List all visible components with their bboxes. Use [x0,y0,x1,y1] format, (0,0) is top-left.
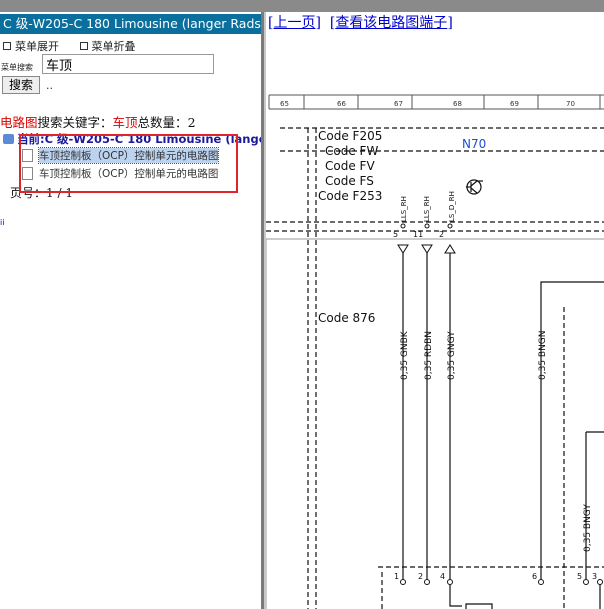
search-button[interactable]: 搜索 [2,76,40,94]
menu-panel: C 级-W205-C 180 Limousine (langer Radstan… [0,12,261,609]
pin-number: 4 [440,572,445,581]
collapse-icon [79,42,88,50]
wire-label: 0,35 GNGY [447,331,457,380]
circuit-diagram: 65 66 67 68 69 70 Code F205 Code FW Code… [266,94,604,609]
down-arrow-icon [397,244,409,254]
pin-signal-label: LS_D_RH [448,191,456,222]
ruler-label: 67 [394,100,403,108]
component-label: N70 [462,137,486,151]
diagram-panel: [上一页] [查看该电路图端子] 65 66 67 68 69 70 Code … [266,12,604,609]
computer-icon [3,134,14,144]
pin-number: 3 [592,572,597,581]
code-label: Code F253 [318,189,382,203]
code-label: Code FW [325,144,378,158]
pin-number: 11 [413,230,423,239]
pin-number: 2 [418,572,423,581]
pin-number: 5 [577,572,582,581]
menu-expand-button[interactable]: 菜单展开 [0,38,59,54]
menu-expand-label: 菜单展开 [15,40,59,53]
diagram-links: [上一页] [查看该电路图端子] [268,15,453,31]
up-arrow-icon [444,244,456,254]
ellipsis-text: .. [46,79,53,92]
stats-count-label: 总数量： [137,115,188,130]
prev-page-link[interactable]: 上一页 [273,15,315,31]
stats-keyword: 车顶 [112,115,138,130]
search-label: 菜单搜索 [1,63,33,72]
ruler-label: 68 [453,100,462,108]
wire-label: 0,35 GNBK [400,330,410,380]
code-label: Code FV [325,159,375,173]
search-stats: 电路图搜索关键字：车顶总数量：2 [0,112,196,131]
pin-signal-label: LLS_RH [423,196,431,222]
menu-collapse-button[interactable]: 菜单折叠 [77,38,136,54]
search-input[interactable] [42,54,214,74]
pin-number: 6 [532,572,537,581]
wire-label: 0,35 BNGN [538,330,548,380]
ruler-label: 69 [510,100,519,108]
code-label: Code 876 [318,311,375,325]
vehicle-title-bar: C 级-W205-C 180 Limousine (langer Radstan… [0,14,261,34]
ruler-label: 65 [280,100,289,108]
stats-prefix: 电路图 [0,115,38,130]
ruler-label: 66 [337,100,346,108]
pin-signal-label: LLS_RH [400,196,408,222]
top-bar [0,0,604,12]
transistor-icon [466,179,483,195]
wire-label: 0,35 RDBN [424,331,434,380]
code-label: Code F205 [318,129,382,143]
ruler-label: 70 [566,100,575,108]
tiny-link[interactable]: ii [0,218,4,227]
pin-number: 5 [393,230,398,239]
stats-count: 2 [187,115,196,130]
menu-controls: 菜单展开 菜单折叠 [0,38,150,54]
pin-number: 2 [439,230,444,239]
view-terminals-link[interactable]: 查看该电路图端子 [335,15,447,31]
pin-number: 1 [394,572,399,581]
wire-label: 0,35 BNGY [583,504,593,552]
menu-collapse-label: 菜单折叠 [91,40,136,53]
expand-icon [3,42,11,50]
highlight-annotation [19,134,238,193]
down-arrow-icon [421,244,433,254]
code-label: Code FS [325,174,374,188]
stats-keyword-label: 搜索关键字： [37,115,113,130]
